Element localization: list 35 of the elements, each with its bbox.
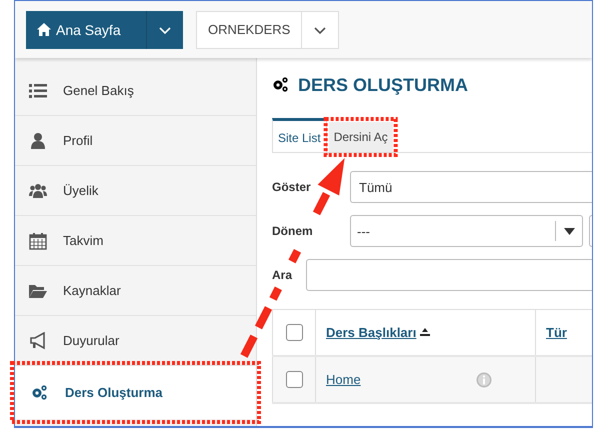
column-header[interactable]: Ders Başlıkları <box>326 325 416 340</box>
sidebar-item[interactable]: Üyelik <box>15 166 256 216</box>
select-all-checkbox[interactable] <box>286 324 302 341</box>
sidebar-item[interactable]: Genel Bakış <box>15 66 256 116</box>
home-button[interactable]: Ana Sayfa <box>26 10 183 48</box>
home-label: Ana Sayfa <box>56 22 121 38</box>
search-field[interactable] <box>306 259 592 291</box>
field-label: Ara <box>272 268 292 282</box>
field-label: Dönem <box>272 224 313 238</box>
gears-icon <box>31 384 49 402</box>
page-title: DERS OLUŞTURMA <box>298 74 468 96</box>
dropdown-arrow-icon <box>564 228 574 234</box>
home-icon <box>37 23 51 36</box>
sidebar-item[interactable]: Profil <box>15 116 256 166</box>
dropdown-field[interactable]: --- <box>350 215 583 247</box>
sort-icon <box>420 328 430 337</box>
sidebar-item[interactable]: Takvim <box>15 216 256 266</box>
sidebar-item[interactable]: Kaynaklar <box>15 266 256 316</box>
row-checkbox[interactable] <box>286 371 302 388</box>
site-button[interactable]: ORNEKDERS <box>196 10 340 48</box>
site-label: ORNEKDERS <box>197 12 302 48</box>
field-label: Göster <box>272 180 311 194</box>
site-link[interactable]: Home <box>326 372 476 387</box>
calendar-icon <box>29 232 47 250</box>
column-header[interactable]: Tür <box>546 325 567 340</box>
tab[interactable]: Site List <box>272 118 327 152</box>
sidebar-item[interactable]: Ders Oluşturma <box>15 366 256 419</box>
list-icon <box>29 82 47 100</box>
gears-icon <box>272 76 290 94</box>
info-icon <box>476 372 492 388</box>
select-field[interactable]: Tümü <box>350 171 592 203</box>
megaphone-icon <box>29 332 47 350</box>
users-icon <box>29 182 47 200</box>
tab[interactable]: Dersini Aç <box>328 122 393 152</box>
user-icon <box>29 132 47 150</box>
